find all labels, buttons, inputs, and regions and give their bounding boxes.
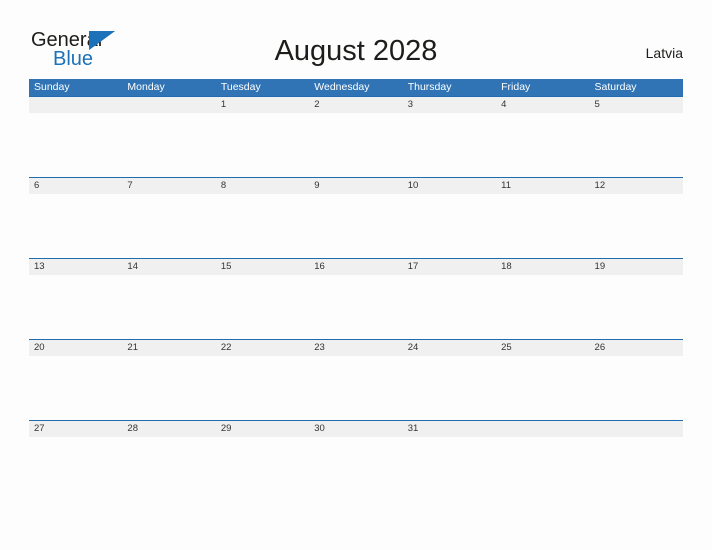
day-cell-body[interactable] [309,437,402,501]
page-header: General Blue August 2028 Latvia [0,0,712,78]
day-cell-date[interactable]: 7 [122,178,215,194]
day-cell-date[interactable] [496,421,589,437]
day-cell-body[interactable] [29,437,122,501]
day-cell-body[interactable] [122,194,215,258]
week-date-band: 1 2 3 4 5 [29,96,683,113]
day-cell-date[interactable]: 31 [403,421,496,437]
day-cell-body[interactable] [403,113,496,177]
day-cell-body[interactable] [122,437,215,501]
week-row: 6 7 8 9 10 11 12 [29,177,683,258]
week-body-row [29,356,683,420]
day-cell-date[interactable]: 17 [403,259,496,275]
day-cell-date[interactable]: 22 [216,340,309,356]
day-cell-date[interactable]: 9 [309,178,402,194]
day-cell-date[interactable]: 19 [590,259,683,275]
weekday-header-wednesday: Wednesday [314,81,370,93]
day-cell-body[interactable] [403,356,496,420]
week-row: 13 14 15 16 17 18 19 [29,258,683,339]
week-date-band: 13 14 15 16 17 18 19 [29,258,683,275]
week-body-row [29,437,683,501]
day-cell-date[interactable]: 3 [403,97,496,113]
day-cell-date[interactable]: 8 [216,178,309,194]
day-cell-body[interactable] [309,356,402,420]
day-cell-date[interactable]: 28 [122,421,215,437]
week-body-row [29,113,683,177]
day-cell-body[interactable] [309,113,402,177]
day-cell-body[interactable] [122,113,215,177]
day-cell-date[interactable]: 25 [496,340,589,356]
day-cell-date[interactable]: 6 [29,178,122,194]
day-cell-body[interactable] [122,356,215,420]
day-cell-date[interactable]: 12 [590,178,683,194]
day-cell-body[interactable] [216,437,309,501]
weekday-header-thursday: Thursday [407,81,452,93]
day-cell-date[interactable]: 20 [29,340,122,356]
day-cell-body[interactable] [590,113,683,177]
day-cell-body[interactable] [496,194,589,258]
day-cell-body[interactable] [496,356,589,420]
weekday-header-monday: Monday [127,81,165,93]
calendar-grid: Sunday Monday Tuesday Wednesday Thursday… [29,79,683,501]
day-cell-date[interactable]: 26 [590,340,683,356]
page-title: August 2028 [274,35,438,67]
day-cell-date[interactable]: 18 [496,259,589,275]
day-cell-date[interactable]: 4 [496,97,589,113]
day-cell-date[interactable]: 21 [122,340,215,356]
country-label: Latvia [645,45,683,61]
day-cell-date[interactable] [29,97,122,113]
day-cell-date[interactable] [590,421,683,437]
week-body-row [29,194,683,258]
day-cell-body[interactable] [29,356,122,420]
weekday-header-saturday: Saturday [594,81,637,93]
day-cell-body[interactable] [590,275,683,339]
day-cell-body[interactable] [29,275,122,339]
day-cell-body[interactable] [590,356,683,420]
day-cell-body[interactable] [496,275,589,339]
day-cell-body[interactable] [496,113,589,177]
day-cell-body[interactable] [216,194,309,258]
week-row: 20 21 22 23 24 25 26 [29,339,683,420]
day-cell-body[interactable] [590,194,683,258]
day-cell-date[interactable]: 2 [309,97,402,113]
day-cell-date[interactable]: 10 [403,178,496,194]
weekday-header-row: Sunday Monday Tuesday Wednesday Thursday… [29,79,683,96]
day-cell-date[interactable]: 30 [309,421,402,437]
day-cell-body[interactable] [590,437,683,501]
day-cell-body[interactable] [29,194,122,258]
week-date-band: 6 7 8 9 10 11 12 [29,177,683,194]
day-cell-date[interactable] [122,97,215,113]
week-date-band: 20 21 22 23 24 25 26 [29,339,683,356]
week-body-row [29,275,683,339]
day-cell-body[interactable] [309,275,402,339]
weekday-header-tuesday: Tuesday [220,81,261,93]
day-cell-date[interactable]: 15 [216,259,309,275]
week-date-band: 27 28 29 30 31 [29,420,683,437]
day-cell-date[interactable]: 27 [29,421,122,437]
day-cell-body[interactable] [403,194,496,258]
day-cell-date[interactable]: 24 [403,340,496,356]
day-cell-date[interactable]: 29 [216,421,309,437]
day-cell-date[interactable]: 11 [496,178,589,194]
weekday-header-friday: Friday [501,81,531,93]
day-cell-date[interactable]: 23 [309,340,402,356]
day-cell-date[interactable]: 5 [590,97,683,113]
day-cell-body[interactable] [403,437,496,501]
day-cell-body[interactable] [496,437,589,501]
day-cell-body[interactable] [309,194,402,258]
day-cell-body[interactable] [29,113,122,177]
day-cell-date[interactable]: 13 [29,259,122,275]
day-cell-body[interactable] [122,275,215,339]
day-cell-date[interactable]: 16 [309,259,402,275]
calendar-page: General Blue August 2028 Latvia Sunday M… [0,0,712,550]
day-cell-body[interactable] [216,113,309,177]
day-cell-date[interactable]: 1 [216,97,309,113]
day-cell-date[interactable]: 14 [122,259,215,275]
day-cell-body[interactable] [216,275,309,339]
weekday-header-sunday: Sunday [34,81,70,93]
week-row: 1 2 3 4 5 [29,96,683,177]
week-row: 27 28 29 30 31 [29,420,683,501]
day-cell-body[interactable] [216,356,309,420]
day-cell-body[interactable] [403,275,496,339]
